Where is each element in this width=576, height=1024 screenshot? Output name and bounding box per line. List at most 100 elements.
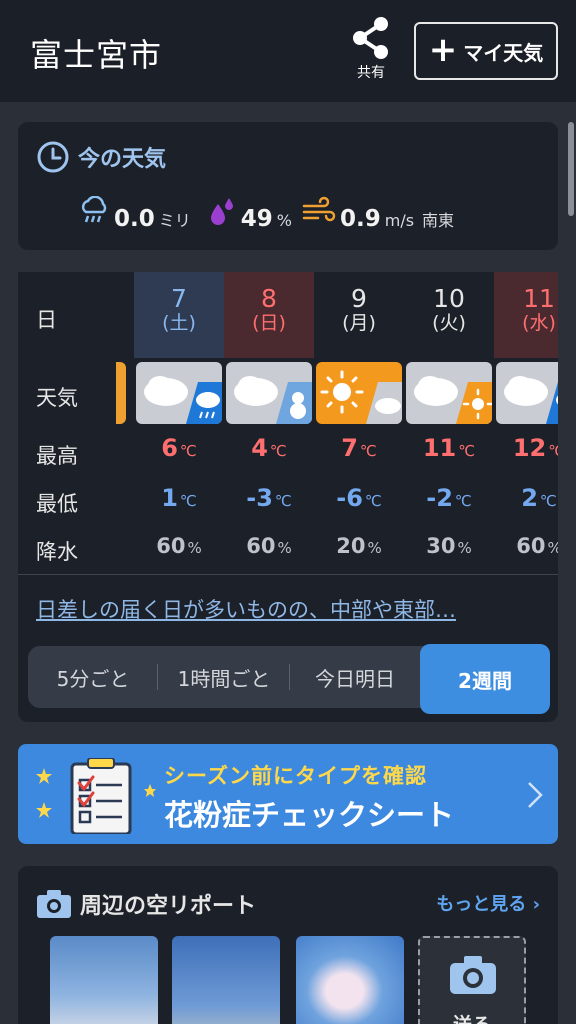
temp-unit: ℃ — [458, 442, 476, 460]
wind-value: 0.9 — [339, 206, 381, 232]
day-weekday: (水) — [522, 312, 556, 334]
scrollbar[interactable] — [568, 122, 574, 216]
forecast-day[interactable]: 10 (火) 11 ℃ -2 ℃ 30% — [404, 272, 494, 574]
day-weekday: (土) — [162, 312, 196, 334]
temp-unit: ℃ — [179, 442, 197, 460]
precip-chance: 60 — [246, 534, 276, 558]
temp-unit: ℃ — [548, 442, 558, 460]
day-weekday: (火) — [432, 312, 466, 334]
sky-reports-title: 周辺の空リポート — [80, 894, 257, 919]
forecast-tabs: 5分ごと 1時間ごと 今日明日 2週間 — [28, 644, 550, 714]
precip-value: 0.0 — [114, 206, 155, 232]
clipboard-checklist-icon — [36, 758, 156, 834]
high-temp: 4 — [251, 434, 268, 462]
tab-hourly[interactable]: 1時間ごと — [158, 646, 290, 708]
sunny-then-cloudy-icon — [316, 362, 402, 424]
tab-today-tomorrow[interactable]: 今日明日 — [290, 646, 420, 708]
label-high: 最高 — [36, 444, 78, 468]
share-icon — [353, 17, 388, 59]
send-photo-button[interactable]: 送る — [418, 936, 526, 1024]
label-weather: 天気 — [36, 386, 78, 410]
chevron-right-icon — [528, 782, 543, 808]
label-precip: 降水 — [36, 540, 78, 564]
forecast-days-strip[interactable]: 7 (土) 6 ℃ 1 ℃ 60% 8 (日) 4 ℃ -3 ℃ 60 % 9 … — [116, 272, 558, 574]
temp-unit: ℃ — [269, 442, 287, 460]
precip-unit: % — [457, 539, 472, 557]
see-more-link[interactable]: もっと見る › — [436, 890, 540, 916]
low-temp: 1 — [161, 484, 178, 512]
humidity-drops-icon — [210, 198, 233, 225]
day-weekday: (日) — [252, 312, 286, 334]
clock-icon — [37, 141, 69, 173]
temp-unit: ℃ — [364, 492, 382, 510]
day-date: 9 — [351, 284, 367, 313]
humidity-unit: % — [276, 211, 292, 230]
pollen-checksheet-banner[interactable]: シーズン前にタイプを確認 花粉症チェックシート — [18, 744, 558, 844]
forecast-day[interactable]: 7 (土) 6 ℃ 1 ℃ 60% — [134, 272, 224, 574]
precip-chance: 20 — [336, 534, 366, 558]
temp-unit: ℃ — [359, 442, 377, 460]
sky-photo[interactable] — [296, 936, 404, 1024]
divider — [18, 574, 558, 575]
sky-photo[interactable] — [50, 936, 158, 1024]
label-day: 日 — [36, 308, 57, 332]
forecast-day[interactable]: 11 (水) 12℃ 2℃ 60% — [494, 272, 558, 574]
precip-unit: % — [547, 539, 558, 557]
high-temp: 7 — [341, 434, 358, 462]
precip-unit: ミリ — [158, 211, 191, 230]
cloudy-then-rain-icon — [136, 362, 222, 424]
sky-photo[interactable] — [172, 936, 280, 1024]
tab-5min[interactable]: 5分ごと — [28, 646, 158, 708]
forecast-day[interactable]: 8 (日) 4 ℃ -3 ℃ 60% — [224, 272, 314, 574]
day-weekday: (月) — [342, 312, 376, 334]
wind-unit: m/s — [384, 211, 415, 230]
high-temp: 12 — [512, 434, 547, 462]
share-label: 共有 — [357, 65, 385, 81]
high-temp: 11 — [422, 434, 457, 462]
cloudy-then-sunny-icon — [406, 362, 492, 424]
day-date: 11 — [523, 284, 555, 313]
precip-unit: % — [367, 539, 382, 557]
high-temp: 6 — [161, 434, 178, 462]
day-date: 7 — [171, 284, 187, 313]
app-header: 富士宮市 共有 + マイ天気 — [0, 0, 576, 102]
humidity-value: 49 — [240, 206, 273, 232]
forecast-day[interactable]: 9 (月) 7 ℃ -6 ℃ 20% — [314, 272, 404, 574]
temp-unit: ℃ — [179, 492, 197, 510]
tab-2weeks[interactable]: 2週間 — [420, 644, 550, 714]
sky-reports-card: 周辺の空リポート もっと見る › 送る — [18, 866, 558, 1024]
temp-unit: ℃ — [454, 492, 472, 510]
precip-unit: % — [187, 539, 202, 557]
weather-icon-partial — [116, 362, 126, 424]
wind-icon — [302, 196, 336, 222]
rain-cloud-icon — [81, 196, 107, 223]
cloudy-then-snow-icon — [226, 362, 312, 424]
temp-unit: ℃ — [274, 492, 292, 510]
add-my-weather-button[interactable]: + マイ天気 — [414, 22, 558, 80]
day-date: 8 — [261, 284, 277, 313]
day-date: 10 — [433, 284, 465, 313]
forecast-row-labels: 日 天気 最高 最低 降水 — [18, 272, 116, 574]
low-temp: -3 — [246, 484, 273, 512]
low-temp: -6 — [336, 484, 363, 512]
see-more-label: もっと見る — [436, 894, 527, 915]
camera-icon — [450, 956, 496, 994]
precip-chance: 30 — [426, 534, 456, 558]
banner-subtitle: シーズン前にタイプを確認 — [164, 764, 427, 788]
current-weather-card[interactable]: 今の天気 0.0 ミリ 49 % 0.9 m/s 南東 — [18, 122, 558, 250]
city-title: 富士宮市 — [30, 36, 163, 74]
banner-title: 花粉症チェックシート — [164, 798, 455, 832]
my-weather-label: マイ天気 — [463, 40, 544, 65]
low-temp: -2 — [426, 484, 453, 512]
weekly-forecast-card: 日 天気 最高 最低 降水 7 (土) 6 ℃ 1 ℃ 60 % 8 (日) 4… — [18, 272, 558, 722]
low-temp: 2 — [521, 484, 538, 512]
send-label: 送る — [420, 1010, 524, 1024]
camera-icon — [37, 890, 71, 918]
share-button[interactable]: 共有 — [346, 16, 396, 82]
plus-icon: + — [428, 29, 458, 70]
temp-unit: ℃ — [539, 492, 557, 510]
precip-chance: 60 — [516, 534, 546, 558]
wind-direction: 南東 — [422, 211, 455, 230]
forecast-summary-link[interactable]: 日差しの届く日が多いものの、中部や東部… — [36, 594, 456, 624]
label-low: 最低 — [36, 492, 78, 516]
